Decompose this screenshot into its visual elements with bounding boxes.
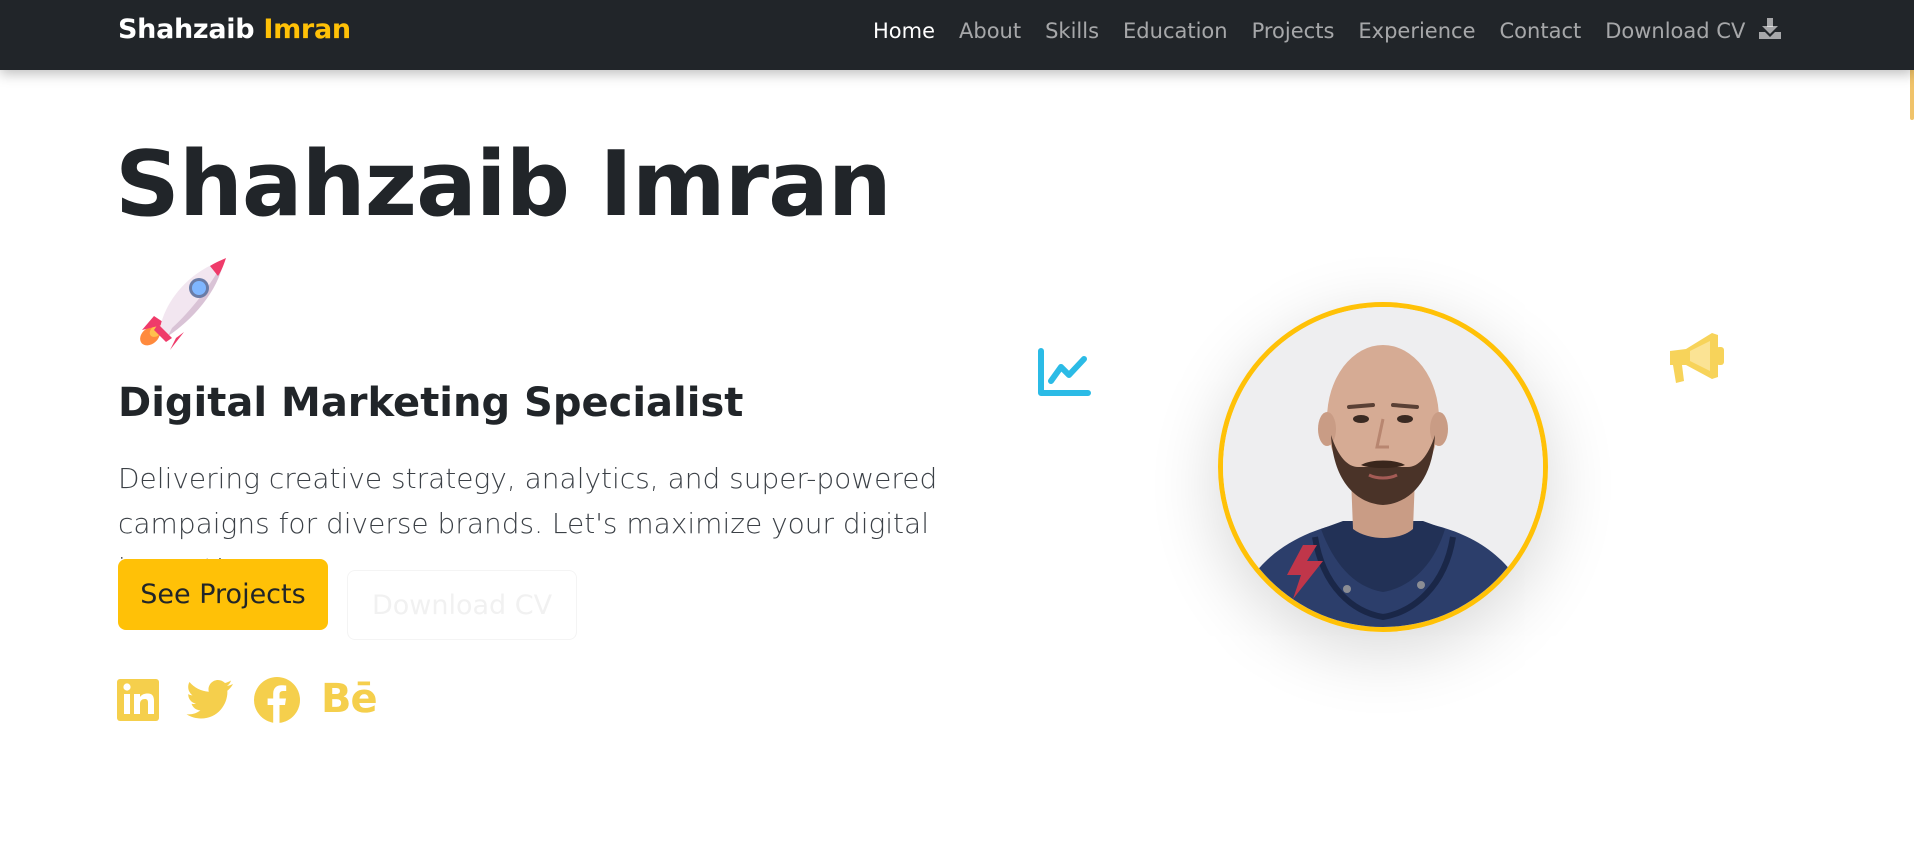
hero-title: Shahzaib Imran bbox=[115, 132, 892, 237]
brand-last-name: Imran bbox=[263, 14, 351, 45]
nav-download-cv[interactable]: Download CV bbox=[1605, 17, 1782, 45]
nav-about[interactable]: About bbox=[959, 19, 1021, 43]
nav-download-cv-label: Download CV bbox=[1605, 18, 1746, 43]
nav-home[interactable]: Home bbox=[873, 19, 935, 43]
profile-photo bbox=[1218, 302, 1548, 632]
nav-experience[interactable]: Experience bbox=[1358, 19, 1475, 43]
nav-skills[interactable]: Skills bbox=[1045, 19, 1099, 43]
brand-first-name: Shahzaib bbox=[118, 14, 255, 45]
rocket-icon bbox=[132, 254, 236, 354]
behance-label: Bē bbox=[321, 676, 378, 722]
nav-education[interactable]: Education bbox=[1123, 19, 1228, 43]
hero-subtitle: Digital Marketing Specialist bbox=[118, 380, 744, 426]
navbar: Shahzaib Imran Home About Skills Educati… bbox=[0, 0, 1914, 70]
megaphone-icon bbox=[1664, 329, 1728, 387]
chart-line-icon bbox=[1036, 343, 1096, 403]
download-cv-button[interactable]: Download CV bbox=[347, 570, 577, 640]
nav-contact[interactable]: Contact bbox=[1500, 19, 1582, 43]
profile-photo-frame bbox=[1218, 302, 1548, 632]
nav-projects[interactable]: Projects bbox=[1252, 19, 1335, 43]
download-icon bbox=[1758, 17, 1782, 45]
nav-links: Home About Skills Education Projects Exp… bbox=[873, 0, 1782, 62]
behance-icon[interactable]: Bē bbox=[321, 675, 378, 723]
brand-logo[interactable]: Shahzaib Imran bbox=[118, 14, 351, 45]
see-projects-button[interactable]: See Projects bbox=[118, 559, 328, 630]
facebook-icon[interactable] bbox=[253, 675, 301, 723]
twitter-icon[interactable] bbox=[185, 675, 233, 723]
linkedin-icon[interactable] bbox=[117, 675, 165, 723]
social-links: Bē bbox=[117, 675, 378, 723]
